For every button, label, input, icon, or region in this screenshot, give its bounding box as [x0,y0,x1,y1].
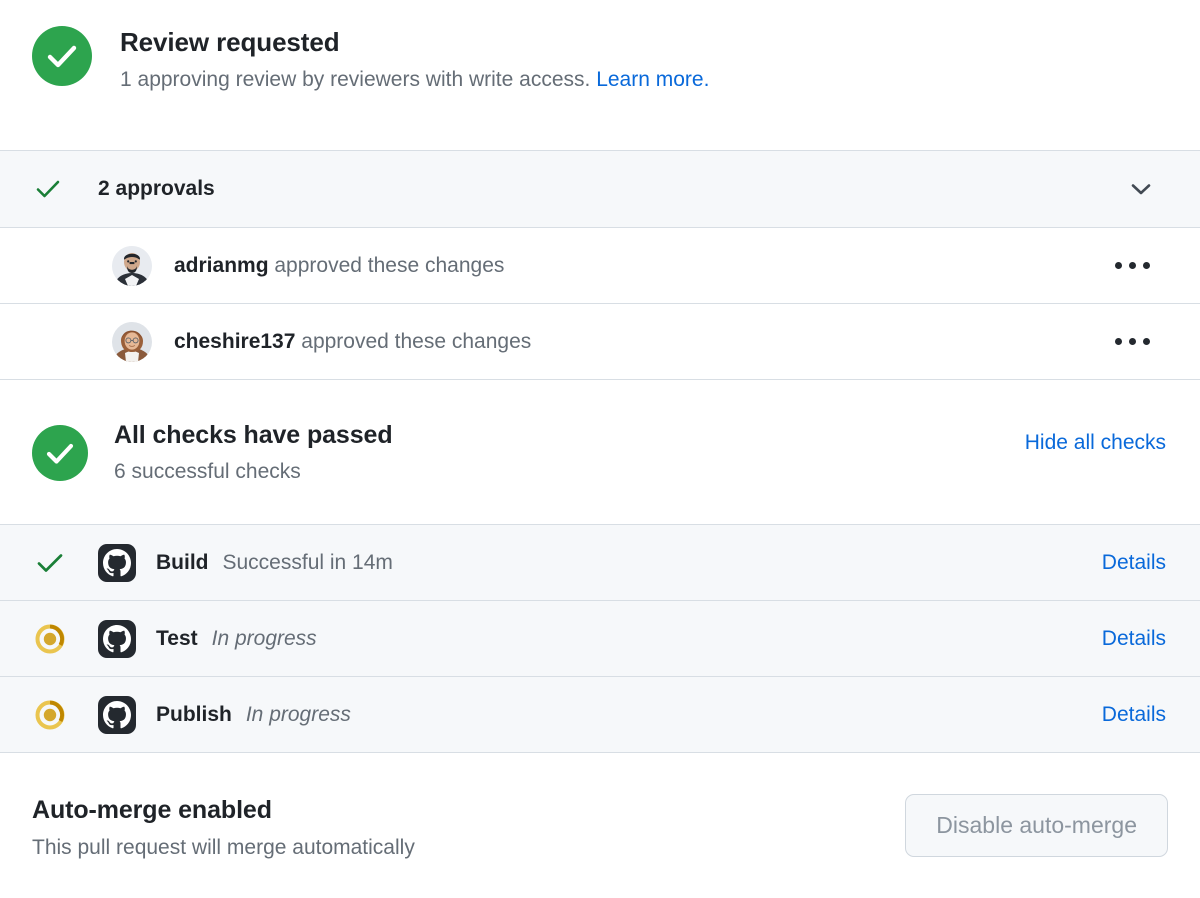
check-icon [32,173,64,205]
reviewer-row: cheshire137 approved these changes [0,304,1200,379]
check-circle-green-icon [32,425,88,481]
auto-merge-title: Auto-merge enabled [32,795,415,825]
kebab-menu-icon[interactable] [1103,254,1162,277]
checks-summary-text: All checks have passed 6 successful chec… [114,420,393,485]
checks-summary-subtitle: 6 successful checks [114,459,393,485]
reviewer-status-text: cheshire137 approved these changes [174,330,531,354]
check-name: Test [156,627,198,651]
reviewer-name[interactable]: cheshire137 [174,330,295,353]
reviewer-action: approved these changes [274,254,504,277]
approvals-header-row[interactable]: 2 approvals [0,151,1200,227]
chevron-down-icon[interactable] [1128,176,1154,202]
reviewer-name[interactable]: adrianmg [174,254,269,277]
review-requested-title: Review requested [120,26,709,58]
check-row-left: Build Successful in 14m [32,544,393,582]
check-row: Test In progress Details [0,601,1200,676]
check-details-link[interactable]: Details [1102,551,1166,575]
kebab-menu-icon[interactable] [1103,330,1162,353]
disable-auto-merge-button[interactable]: Disable auto-merge [905,794,1168,857]
reviewer-row: adrianmg approved these changes [0,228,1200,303]
github-actions-icon [98,696,136,734]
reviewer-info: cheshire137 approved these changes [112,322,531,362]
check-description: Successful in 14m [223,551,393,575]
check-circle-green-icon [32,26,92,86]
in-progress-icon [32,697,68,733]
checks-summary-left: All checks have passed 6 successful chec… [32,420,393,485]
github-actions-icon [98,620,136,658]
approvals-title: 2 approvals [98,177,215,201]
checks-summary-title: All checks have passed [114,420,393,450]
reviewer-action: approved these changes [301,330,531,353]
reviewer-info: adrianmg approved these changes [112,246,504,286]
check-row-left: Test In progress [32,620,317,658]
check-details-link[interactable]: Details [1102,627,1166,651]
auto-merge-text: Auto-merge enabled This pull request wil… [32,791,415,861]
checks-summary-section: All checks have passed 6 successful chec… [0,380,1200,524]
review-requested-subtitle-text: 1 approving review by reviewers with wri… [120,68,590,91]
review-requested-section: Review requested 1 approving review by r… [0,0,1200,150]
learn-more-link[interactable]: Learn more. [596,68,709,91]
check-row: Build Successful in 14m Details [0,525,1200,600]
check-row: Publish In progress Details [0,677,1200,752]
in-progress-icon [32,621,68,657]
reviewer-status-text: adrianmg approved these changes [174,254,504,278]
review-requested-subtitle: 1 approving review by reviewers with wri… [120,66,709,94]
check-description: In progress [246,703,351,727]
check-description: In progress [212,627,317,651]
check-row-left: Publish In progress [32,696,351,734]
avatar [112,322,152,362]
avatar [112,246,152,286]
pull-request-merge-box: Review requested 1 approving review by r… [0,0,1200,898]
auto-merge-section: Auto-merge enabled This pull request wil… [0,753,1200,898]
check-success-icon [32,545,68,581]
github-actions-icon [98,544,136,582]
approvals-header-left: 2 approvals [32,173,215,205]
auto-merge-subtitle: This pull request will merge automatical… [32,835,415,861]
check-name: Publish [156,703,232,727]
hide-all-checks-link[interactable]: Hide all checks [1025,431,1166,455]
review-requested-text: Review requested 1 approving review by r… [120,24,709,94]
check-name: Build [156,551,209,575]
check-details-link[interactable]: Details [1102,703,1166,727]
